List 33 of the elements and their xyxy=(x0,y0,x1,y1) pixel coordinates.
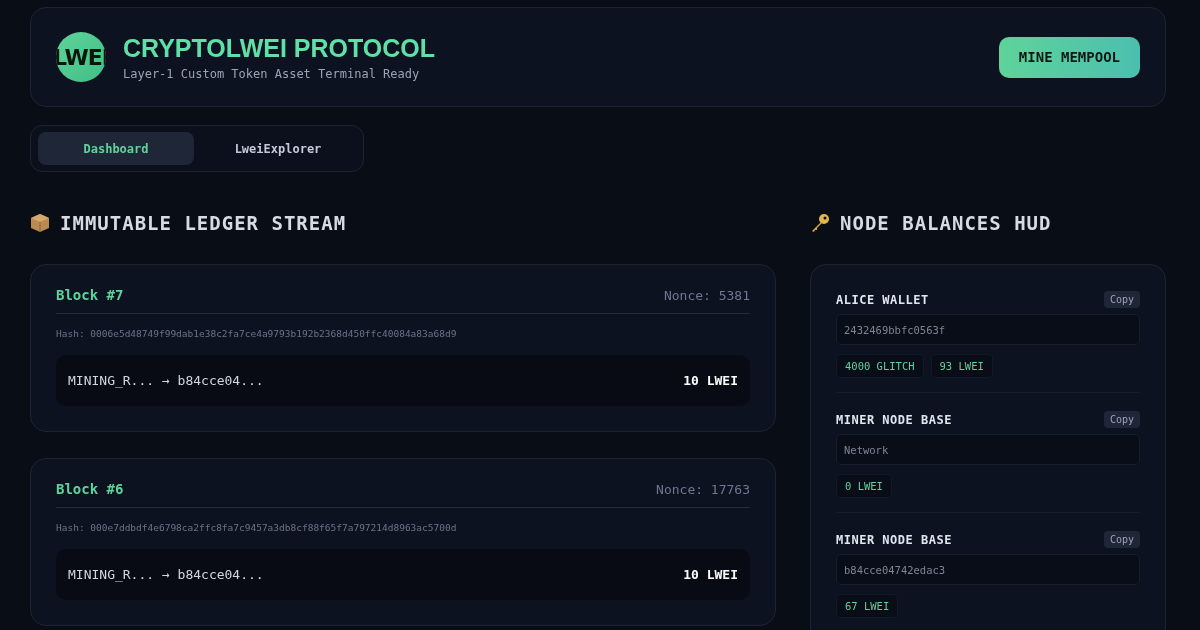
mine-mempool-button[interactable]: MINE MEMPOOL xyxy=(998,36,1140,78)
section-title: IMMUTABLE LEDGER STREAM xyxy=(60,212,347,234)
address-field: 2432469bbfc0563f xyxy=(836,314,1140,345)
address-field: b84cce04742edac3 xyxy=(836,554,1140,585)
token-balance: 67 LWEI xyxy=(836,594,899,618)
address-field: Network xyxy=(836,434,1140,465)
block-title: Block #7 xyxy=(56,287,124,303)
block-hash: Hash: 000e7ddbdf4e6798ca2ffc8fa7c9457a3db8cf88f65f7a797214d8963ac5700d xyxy=(56,522,458,533)
transaction-amount: 10 LWEI xyxy=(683,567,738,582)
copy-button[interactable]: Copy xyxy=(1103,531,1140,548)
block-hash: Hash: 0006e5d48749f99dab1e38c2fa7ce4a9793b192b2368d450ffc40084a83a68d9 xyxy=(56,328,458,339)
tab[interactable]: Dashboard xyxy=(38,132,194,165)
key-icon xyxy=(810,213,830,233)
node-name: MINER NODE BASE xyxy=(836,532,952,547)
section-title: NODE BALANCES HUD xyxy=(840,212,1052,234)
transaction-route: MINING_R... → b84cce04... xyxy=(68,373,264,388)
block-nonce: Nonce: 5381 xyxy=(663,287,750,303)
app-title: CRYPTOLWEI PROTOCOL xyxy=(123,33,437,63)
box-icon xyxy=(30,213,50,233)
transaction-route: MINING_R... → b84cce04... xyxy=(68,567,264,582)
token-balance: 4000 GLITCH xyxy=(836,354,924,378)
node-name: ALICE WALLET xyxy=(836,292,929,307)
token-balance: 93 LWEI xyxy=(930,354,993,378)
copy-button[interactable]: Copy xyxy=(1103,291,1140,308)
node-name: MINER NODE BASE xyxy=(836,412,952,427)
logo: LWEI xyxy=(56,32,106,82)
copy-button[interactable]: Copy xyxy=(1103,411,1140,428)
block-title: Block #6 xyxy=(56,481,124,497)
app-subtitle: Layer-1 Custom Token Asset Terminal Ready xyxy=(123,66,421,81)
transaction-amount: 10 LWEI xyxy=(683,373,738,388)
block-nonce: Nonce: 17763 xyxy=(656,481,750,497)
tab[interactable]: LweiExplorer xyxy=(200,132,356,165)
token-balance: 0 LWEI xyxy=(836,474,892,498)
